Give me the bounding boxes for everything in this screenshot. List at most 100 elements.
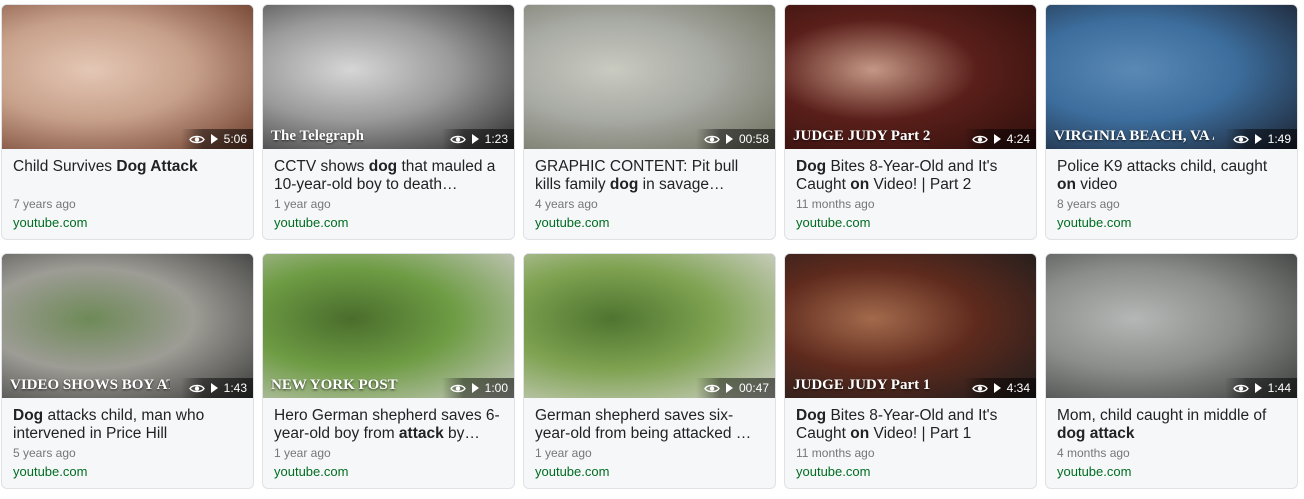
video-source[interactable]: youtube.com	[796, 214, 1025, 231]
eye-icon	[704, 384, 720, 392]
video-result-card[interactable]: 5:06 Child Survives Dog Attack 7 years ago…	[1, 4, 254, 240]
thumbnail-watermark: JUDGE JUDY Part 1	[793, 377, 931, 393]
video-thumbnail[interactable]: JUDGE JUDY Part 2 4:24	[785, 5, 1036, 149]
video-age: 4 years ago	[535, 197, 598, 211]
title-highlight: Dog	[796, 158, 827, 175]
video-source[interactable]: youtube.com	[535, 214, 764, 231]
video-meta: Dog attacks child, man who intervened in…	[2, 398, 253, 480]
video-result-card[interactable]: VIRGINIA BEACH, VA / WVEC 1:49 Police K9 a…	[1045, 4, 1298, 240]
video-title[interactable]: Child Survives Dog Attack	[13, 158, 242, 194]
title-highlight: dog attack	[1057, 425, 1135, 442]
title-text: video	[1075, 176, 1118, 193]
eye-icon	[188, 384, 205, 392]
video-title[interactable]: German shepherd saves six-year-old from …	[535, 407, 764, 443]
video-meta: Hero German shepherd saves 6-year-old bo…	[263, 398, 514, 480]
video-result-card[interactable]: 1:44 Mom, child caught in middle of dog a…	[1045, 253, 1298, 489]
video-thumbnail[interactable]: NEW YORK POST 1:00	[263, 254, 514, 398]
title-text: Police K9 attacks child, caught	[1057, 158, 1268, 175]
video-thumbnail[interactable]: JUDGE JUDY Part 1 4:34	[785, 254, 1036, 398]
video-age: 1 year ago	[274, 197, 331, 211]
eye-icon	[449, 135, 466, 143]
video-title[interactable]: Dog Bites 8-Year-Old and It's Caught on …	[796, 407, 1025, 443]
video-duration: 1:49	[1267, 132, 1291, 146]
eye-icon	[449, 384, 466, 392]
video-thumbnail[interactable]: The Telegraph 1:23	[263, 5, 514, 149]
video-source[interactable]: youtube.com	[274, 463, 503, 480]
video-duration: 1:44	[1267, 381, 1291, 395]
video-source[interactable]: youtube.com	[274, 214, 503, 231]
video-meta: Dog Bites 8-Year-Old and It's Caught on …	[785, 149, 1036, 231]
video-title[interactable]: Hero German shepherd saves 6-year-old bo…	[274, 407, 503, 443]
title-text: German shepherd saves six-year-old from …	[535, 407, 752, 442]
title-text: Video! | Part 1	[869, 425, 972, 442]
video-source[interactable]: youtube.com	[535, 463, 764, 480]
video-result-card[interactable]: VIDEO SHOWS BOY ATTACKED BY DOG 1:43 Dog a…	[1, 253, 254, 489]
video-age: 8 years ago	[1057, 197, 1120, 211]
video-title[interactable]: Mom, child caught in middle of dog attac…	[1057, 407, 1286, 443]
video-age: 1 year ago	[535, 446, 592, 460]
eye-icon	[971, 135, 988, 143]
video-result-card[interactable]: JUDGE JUDY Part 1 4:34 Dog Bites 8-Year-Ol…	[784, 253, 1037, 489]
thumbnail-image	[1046, 254, 1297, 398]
eye-icon	[188, 135, 205, 143]
video-meta: CCTV shows dog that mauled a 10-year-old…	[263, 149, 514, 231]
eye-icon	[1232, 384, 1249, 392]
title-text: CCTV shows	[274, 158, 369, 175]
play-icon	[1254, 134, 1262, 144]
video-thumbnail[interactable]: VIDEO SHOWS BOY ATTACKED BY DOG 1:43	[2, 254, 253, 398]
video-title[interactable]: CCTV shows dog that mauled a 10-year-old…	[274, 158, 503, 194]
video-age: 1 year ago	[274, 446, 331, 460]
thumbnail-overlay: 1:44	[1224, 378, 1297, 398]
video-meta: Mom, child caught in middle of dog attac…	[1046, 398, 1297, 480]
video-age: 11 months ago	[796, 197, 875, 211]
thumbnail-overlay: 1:43	[180, 378, 253, 398]
video-result-card[interactable]: 00:47 German shepherd saves six-year-old …	[523, 253, 776, 489]
video-source[interactable]: youtube.com	[796, 463, 1025, 480]
play-icon	[210, 383, 218, 393]
video-title[interactable]: Dog attacks child, man who intervened in…	[13, 407, 242, 443]
title-highlight: on	[1057, 176, 1076, 193]
thumbnail-overlay: 00:58	[695, 129, 775, 149]
video-duration: 1:43	[223, 381, 247, 395]
video-thumbnail[interactable]: VIRGINIA BEACH, VA / WVEC 1:49	[1046, 5, 1297, 149]
video-title[interactable]: GRAPHIC CONTENT: Pit bull kills family d…	[535, 158, 764, 194]
title-highlight: Dog	[796, 407, 827, 424]
video-meta: German shepherd saves six-year-old from …	[524, 398, 775, 480]
video-source[interactable]: youtube.com	[13, 214, 242, 231]
video-thumbnail[interactable]: 00:47	[524, 254, 775, 398]
title-highlight: dog	[609, 176, 639, 193]
thumbnail-watermark: The Telegraph	[271, 128, 364, 144]
title-text: in savage…	[638, 176, 725, 193]
thumbnail-overlay: 1:49	[1224, 129, 1297, 149]
thumbnail-overlay: 4:24	[963, 129, 1036, 149]
video-thumbnail[interactable]: 1:44	[1046, 254, 1297, 398]
play-icon	[471, 383, 479, 393]
video-meta: GRAPHIC CONTENT: Pit bull kills family d…	[524, 149, 775, 231]
thumbnail-overlay: 1:23	[441, 129, 514, 149]
video-source[interactable]: youtube.com	[1057, 463, 1286, 480]
video-source[interactable]: youtube.com	[13, 463, 242, 480]
video-source[interactable]: youtube.com	[1057, 214, 1286, 231]
video-result-card[interactable]: 00:58 GRAPHIC CONTENT: Pit bull kills fam…	[523, 4, 776, 240]
video-title[interactable]: Dog Bites 8-Year-Old and It's Caught on …	[796, 158, 1025, 194]
eye-icon	[1232, 135, 1249, 143]
play-icon	[725, 134, 733, 144]
video-thumbnail[interactable]: 5:06	[2, 5, 253, 149]
thumbnail-watermark: NEW YORK POST	[271, 377, 398, 393]
title-text: Video! | Part 2	[869, 176, 972, 193]
thumbnail-watermark: VIRGINIA BEACH, VA / WVEC	[1054, 128, 1214, 144]
video-title[interactable]: Police K9 attacks child, caught on video	[1057, 158, 1286, 194]
thumbnail-image	[524, 254, 775, 398]
thumbnail-overlay: 5:06	[180, 129, 253, 149]
video-duration: 1:23	[484, 132, 508, 146]
title-highlight: attack	[398, 425, 444, 442]
video-thumbnail[interactable]: 00:58	[524, 5, 775, 149]
title-highlight: on	[850, 425, 870, 442]
title-highlight: dog	[368, 158, 398, 175]
video-result-card[interactable]: JUDGE JUDY Part 2 4:24 Dog Bites 8-Year-Ol…	[784, 4, 1037, 240]
thumbnail-watermark: JUDGE JUDY Part 2	[793, 128, 931, 144]
video-result-card[interactable]: NEW YORK POST 1:00 Hero German shepherd sa…	[262, 253, 515, 489]
thumbnail-overlay: 4:34	[963, 378, 1036, 398]
video-meta: Child Survives Dog Attack 7 years ago yout…	[2, 149, 253, 231]
video-result-card[interactable]: The Telegraph 1:23 CCTV shows dog that mau…	[262, 4, 515, 240]
